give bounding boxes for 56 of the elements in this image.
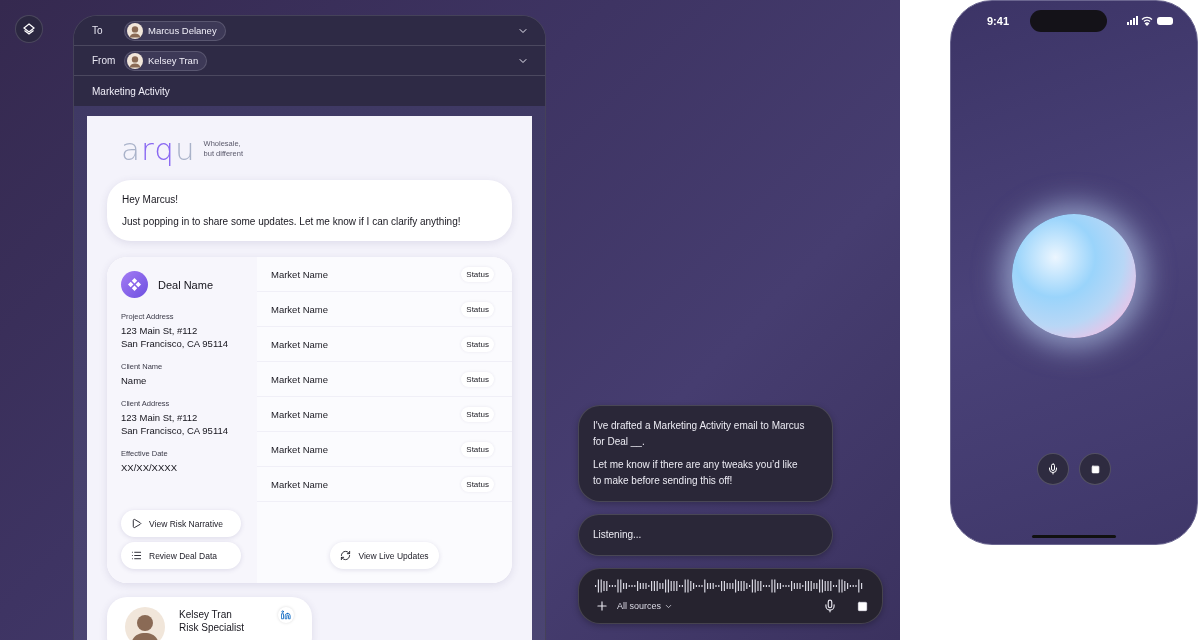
avatar-icon	[125, 607, 165, 640]
microphone-button[interactable]	[1037, 453, 1069, 485]
brand-logo: a rq u	[121, 134, 196, 164]
contact-name: Kelsey Tran	[179, 609, 233, 620]
status-tag: Status	[461, 336, 494, 352]
contact-role: Risk Specialist	[179, 622, 245, 633]
market-name: Market Name	[271, 443, 328, 455]
status-tag: Status	[461, 476, 494, 492]
play-icon	[131, 518, 142, 529]
status-icons	[1127, 16, 1175, 26]
live-updates-button[interactable]: View Live Updates	[330, 542, 439, 569]
refresh-icon	[340, 550, 352, 561]
status-tag: Status	[461, 371, 494, 387]
message-text: Let me know if there are any tweaks you’d like to make before sending this off!	[593, 458, 799, 488]
field-label: To	[92, 25, 104, 36]
avatar-icon	[127, 22, 143, 39]
field-label: From	[92, 55, 117, 66]
layers-icon	[23, 23, 35, 35]
field-value: Name	[121, 374, 148, 387]
market-name: Market Name	[271, 338, 328, 350]
subject-text: Marketing Activity	[92, 85, 170, 97]
status-tag: Status	[461, 266, 494, 282]
greeting-text: Just popping in to share some updates. Let me know if I can clarify anything!	[122, 216, 462, 227]
field-value: San Francisco, CA 95114	[121, 424, 230, 437]
status-tag: Status	[461, 406, 494, 422]
status-tag: Status	[461, 441, 494, 457]
greeting-title: Hey Marcus!	[122, 194, 180, 205]
market-name: Market Name	[271, 268, 328, 280]
market-name: Market Name	[271, 373, 328, 385]
stop-button[interactable]	[857, 600, 868, 612]
message-text: I've drafted a Marketing Activity email to Marcus for Deal __.	[593, 419, 806, 449]
avatar-icon	[127, 52, 143, 69]
field-value: 123 Main St, #112	[121, 411, 199, 424]
field-value: XX/XX/XXXX	[121, 461, 178, 474]
recipient-chip[interactable]: Marcus Delaney	[124, 20, 226, 41]
recipient-chip[interactable]: Kelsey Tran	[124, 50, 208, 71]
list-icon	[131, 550, 142, 561]
deal-icon	[121, 271, 148, 298]
status-time: 9:41	[986, 15, 1010, 27]
layers-button[interactable]	[15, 15, 43, 43]
status-tag: Status	[461, 301, 494, 317]
linkedin-icon[interactable]	[278, 607, 294, 623]
sources-dropdown[interactable]: All sources	[617, 601, 673, 611]
market-name: Market Name	[271, 408, 328, 420]
action-button[interactable]: View Risk Narrative	[121, 510, 241, 537]
field-value: San Francisco, CA 95114	[121, 337, 230, 350]
stop-icon	[1090, 464, 1100, 474]
deal-name: Deal Name	[158, 278, 214, 291]
market-name: Market Name	[271, 478, 328, 490]
status-text: Listening...	[593, 528, 643, 542]
add-button[interactable]	[595, 599, 609, 613]
microphone-button[interactable]	[823, 599, 837, 613]
market-name: Market Name	[271, 303, 328, 315]
field-value: 123 Main St, #112	[121, 324, 199, 337]
action-button[interactable]: Review Deal Data	[121, 542, 241, 569]
microphone-icon	[1047, 463, 1059, 475]
